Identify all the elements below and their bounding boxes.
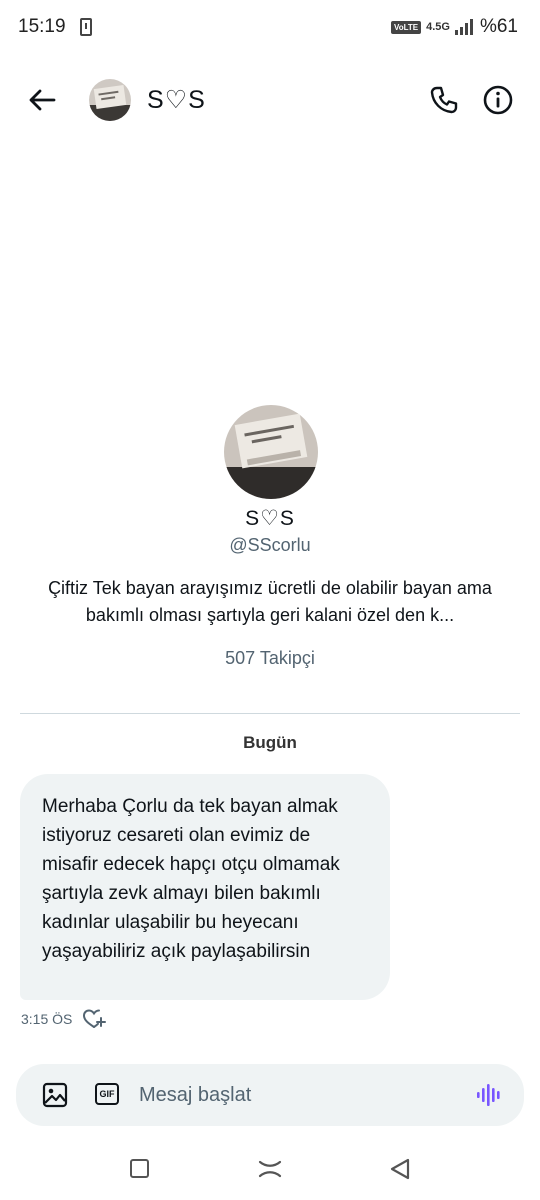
voice-message-icon[interactable] bbox=[476, 1083, 504, 1107]
status-bar: 15:19 VoLTE 4.5G %61 bbox=[0, 0, 540, 54]
volte-badge: VoLTE bbox=[390, 20, 422, 34]
followers-count[interactable]: 507 Takipçi bbox=[0, 648, 540, 669]
image-icon[interactable] bbox=[42, 1082, 68, 1108]
message-bubble[interactable]: Merhaba Çorlu da tek bayan almak istiyor… bbox=[20, 774, 390, 1000]
profile-bio: Çiftiz Tek bayan arayışımız ücretli de o… bbox=[48, 578, 492, 625]
divider bbox=[20, 713, 520, 714]
message-text: Merhaba Çorlu da tek bayan almak istiyor… bbox=[42, 796, 340, 962]
conversation-header: S♡S bbox=[0, 72, 540, 128]
system-nav-bar bbox=[0, 1146, 540, 1192]
home-icon[interactable] bbox=[257, 1158, 283, 1180]
system-back-icon[interactable] bbox=[389, 1157, 411, 1181]
notification-alert-icon bbox=[79, 18, 92, 36]
status-time: 15:19 bbox=[18, 16, 66, 37]
header-avatar[interactable] bbox=[89, 79, 131, 121]
profile-name: S♡S bbox=[245, 507, 295, 530]
phone-call-icon[interactable] bbox=[428, 84, 460, 116]
message-input[interactable] bbox=[139, 1079, 459, 1111]
date-separator: Bugün bbox=[243, 733, 297, 752]
battery-percent: %61 bbox=[479, 16, 518, 37]
message-meta: 3:15 ÖS bbox=[21, 1008, 107, 1030]
profile-handle[interactable]: @SScorlu bbox=[0, 535, 540, 556]
gif-button[interactable]: GIF bbox=[95, 1083, 119, 1105]
back-arrow-icon[interactable] bbox=[26, 84, 58, 116]
signal-icon bbox=[454, 19, 473, 35]
message-composer: GIF bbox=[16, 1064, 524, 1126]
header-title[interactable]: S♡S bbox=[147, 85, 206, 115]
message-time: 3:15 ÖS bbox=[21, 1011, 73, 1027]
profile-avatar[interactable] bbox=[224, 405, 318, 499]
info-icon[interactable] bbox=[482, 84, 514, 116]
network-type: 4.5G bbox=[426, 21, 450, 33]
add-reaction-icon[interactable] bbox=[82, 1008, 107, 1030]
recent-apps-icon[interactable] bbox=[130, 1159, 149, 1178]
status-indicators: VoLTE 4.5G %61 bbox=[390, 16, 518, 38]
